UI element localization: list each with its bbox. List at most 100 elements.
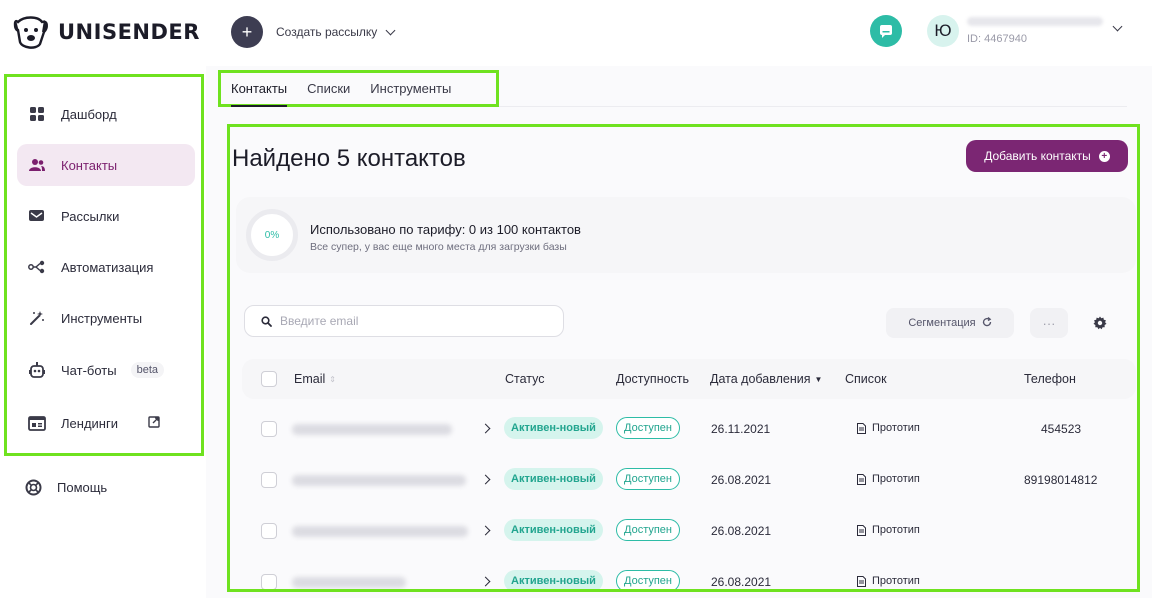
email-redacted [292, 526, 468, 537]
sidebar-item-campaigns[interactable]: Рассылки [17, 195, 195, 237]
sidebar-item-contacts[interactable]: Контакты [17, 144, 195, 186]
tabs: Контакты Списки Инструменты [218, 70, 499, 107]
status-badge: Активен-новый [504, 468, 603, 490]
sidebar-item-help[interactable]: Помощь [24, 478, 107, 496]
segmentation-button[interactable]: Сегментация [886, 308, 1014, 338]
tab-tools[interactable]: Инструменты [360, 73, 461, 104]
select-all-checkbox[interactable] [261, 371, 277, 387]
expand-row-icon[interactable] [480, 474, 491, 485]
list-name[interactable]: Прототип [857, 473, 920, 485]
plus-icon: + [241, 21, 253, 42]
user-avatar[interactable]: Ю [927, 15, 959, 47]
automation-icon [28, 258, 46, 276]
expand-row-icon[interactable] [480, 423, 491, 434]
column-list: Список [845, 372, 887, 386]
add-contacts-button[interactable]: Добавить контакты + [966, 140, 1128, 172]
row-checkbox[interactable] [261, 472, 277, 488]
dashboard-icon [28, 105, 46, 123]
date-added: 26.08.2021 [711, 473, 772, 487]
help-icon [24, 478, 42, 496]
email-redacted [292, 424, 452, 435]
sidebar-item-dashboard[interactable]: Дашборд [17, 93, 195, 135]
chevron-down-icon [385, 25, 396, 35]
sort-desc-icon: ▼ [814, 374, 823, 384]
expand-row-icon[interactable] [480, 576, 491, 587]
list-name[interactable]: Прототип [857, 422, 920, 434]
sort-icon: ⇕ [329, 374, 336, 384]
list-name[interactable]: Прототип [857, 575, 920, 587]
logo[interactable]: UNISENDER [12, 14, 200, 50]
date-added: 26.08.2021 [711, 575, 772, 589]
status-badge: Активен-новый [504, 519, 603, 541]
tabs-divider [499, 106, 1127, 107]
external-link-icon [148, 415, 160, 431]
usage-percent: 0% [264, 229, 280, 241]
column-phone: Телефон [1024, 372, 1076, 386]
list-name[interactable]: Прототип [857, 524, 920, 536]
document-icon [857, 575, 866, 587]
user-email-redacted [967, 17, 1103, 26]
table-settings-button[interactable] [1090, 313, 1110, 333]
sidebar-item-landings[interactable]: Лендинги [17, 402, 195, 444]
availability-badge: Доступен [616, 570, 681, 589]
availability-badge: Доступен [616, 519, 681, 541]
search-box [244, 305, 564, 337]
beta-badge: beta [130, 362, 165, 378]
column-email-label: Email [294, 372, 326, 386]
landing-icon [28, 414, 46, 432]
status-badge: Активен-новый [504, 570, 603, 589]
search-input[interactable] [280, 314, 550, 328]
column-date-label: Дата добавления [710, 372, 811, 386]
help-label: Помощь [57, 479, 108, 495]
expand-row-icon[interactable] [480, 525, 491, 536]
chat-icon [880, 25, 892, 38]
availability-badge: Доступен [616, 468, 681, 490]
row-checkbox[interactable] [261, 574, 277, 589]
table-row[interactable]: Активен-новый Доступен 26.08.2021 Протот… [242, 556, 1136, 589]
table-row[interactable]: Активен-новый Доступен 26.11.2021 Протот… [242, 403, 1136, 454]
column-status: Статус [505, 372, 545, 386]
bot-icon [28, 361, 46, 379]
column-date[interactable]: Дата добавления ▼ [710, 372, 822, 386]
search-icon [261, 315, 272, 327]
usage-progress-ring: 0% [246, 209, 298, 261]
table-row[interactable]: Активен-новый Доступен 26.08.2021 Протот… [242, 454, 1136, 505]
contacts-panel: Найдено 5 контактов Добавить контакты + … [227, 124, 1140, 592]
sidebar-item-label: Инструменты [61, 310, 143, 326]
date-added: 26.11.2021 [711, 422, 771, 436]
sidebar-item-chatbots[interactable]: Чат-боты beta [17, 349, 195, 391]
sidebar-item-label: Чат-боты [61, 362, 117, 378]
top-header: UNISENDER + Создать рассылку Ю ID: 44679… [0, 0, 1152, 66]
create-campaign-label: Создать рассылку [276, 25, 378, 39]
row-checkbox[interactable] [261, 421, 277, 437]
table-row[interactable]: Активен-новый Доступен 26.08.2021 Протот… [242, 505, 1136, 556]
user-menu-chevron[interactable] [1110, 21, 1123, 32]
email-redacted [292, 475, 466, 486]
sidebar-item-label: Автоматизация [61, 259, 154, 275]
date-added: 26.08.2021 [711, 524, 772, 538]
tab-contacts[interactable]: Контакты [221, 73, 297, 107]
gear-icon [1093, 316, 1107, 330]
support-chat-button[interactable] [870, 15, 902, 47]
sidebar-item-tools[interactable]: Инструменты [17, 297, 195, 339]
segmentation-label: Сегментация [908, 317, 976, 329]
create-campaign-dropdown[interactable]: Создать рассылку [276, 25, 396, 39]
more-options-button[interactable]: ··· [1030, 308, 1068, 338]
column-email[interactable]: Email ⇕ [294, 372, 336, 386]
add-contacts-label: Добавить контакты [984, 149, 1091, 163]
create-campaign-button[interactable]: + [231, 16, 263, 48]
availability-badge: Доступен [616, 417, 681, 439]
table-header: Email ⇕ Статус Доступность Дата добавлен… [242, 359, 1136, 399]
usage-card: 0% Использовано по тарифу: 0 из 100 конт… [236, 197, 1136, 273]
sidebar-item-label: Контакты [61, 157, 118, 173]
document-icon [857, 422, 866, 434]
tab-lists[interactable]: Списки [297, 73, 360, 104]
row-checkbox[interactable] [261, 523, 277, 539]
refresh-icon [982, 316, 992, 330]
usage-title: Использовано по тарифу: 0 из 100 контакт… [310, 222, 581, 237]
phone: 454523 [1041, 422, 1082, 436]
logo-text: UNISENDER [58, 20, 200, 44]
dog-logo-icon [13, 16, 48, 49]
plus-circle-icon: + [1098, 150, 1110, 162]
sidebar-item-automation[interactable]: Автоматизация [17, 246, 195, 288]
